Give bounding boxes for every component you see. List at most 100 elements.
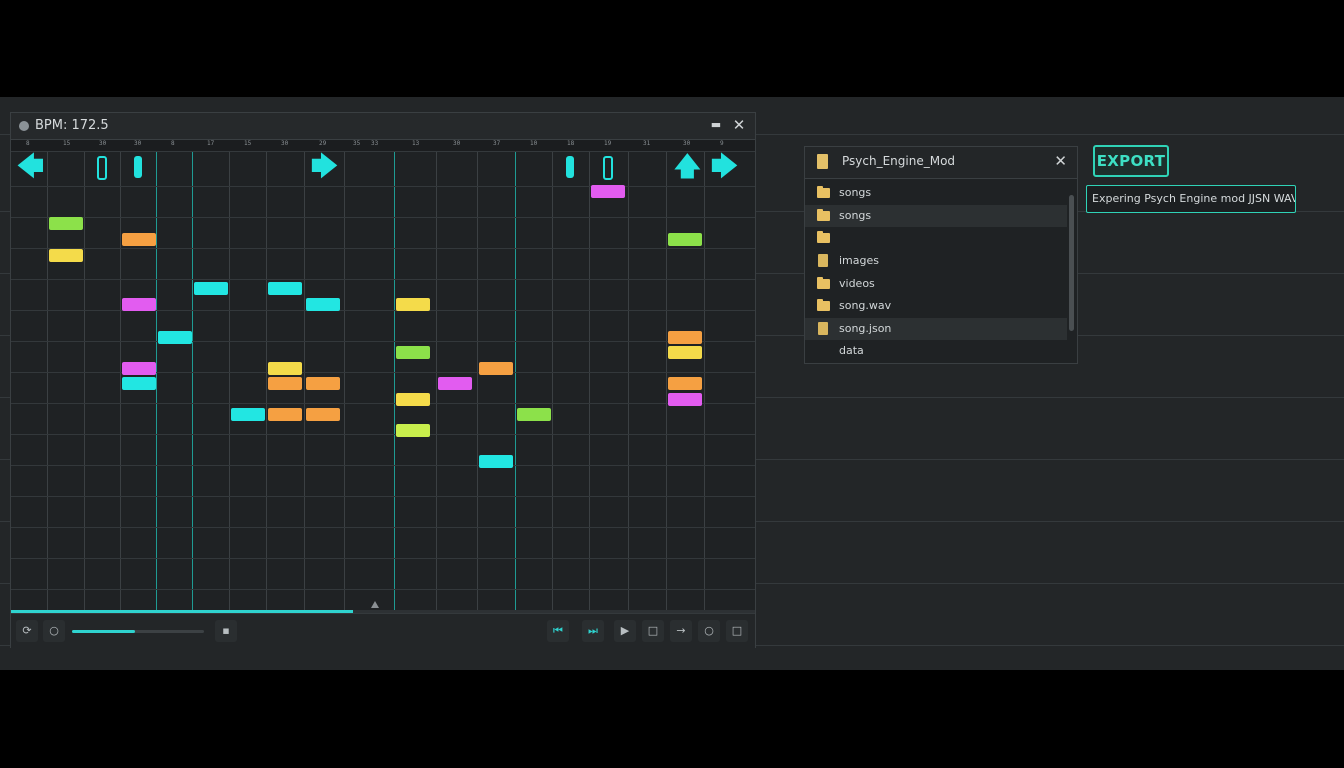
- browser-item-label: song.wav: [839, 299, 892, 312]
- browser-list-item[interactable]: data: [805, 340, 1067, 362]
- ruler-tick-label: 18: [567, 140, 575, 147]
- browser-list-item[interactable]: songs: [805, 182, 1067, 204]
- note-cyan[interactable]: [306, 298, 340, 311]
- ruler-tick-label: 15: [244, 140, 252, 147]
- chart-editor-window: BPM: 172.5 ▬ ✕ 8 15 30 30 8 17 15 30 29 35 33 13 30 3…: [10, 112, 756, 648]
- hold-outline-icon[interactable]: [603, 156, 613, 180]
- ruler-tick-label: 29: [319, 140, 327, 147]
- skip-forward-button[interactable]: ⏭: [582, 620, 604, 642]
- note-yellow[interactable]: [49, 249, 83, 262]
- ruler-tick-label: 30: [134, 140, 142, 147]
- note-orange[interactable]: [479, 362, 513, 375]
- note-cyan[interactable]: [231, 408, 265, 421]
- note-orange[interactable]: [306, 377, 340, 390]
- minimize-button[interactable]: ▬: [709, 118, 723, 132]
- note-magenta[interactable]: [591, 185, 625, 198]
- arrow-right-icon[interactable]: 🡆: [311, 154, 338, 180]
- browser-scrollbar[interactable]: [1069, 195, 1074, 331]
- note-yellow[interactable]: [396, 298, 430, 311]
- loop-button[interactable]: ⟳: [16, 620, 38, 642]
- note-cyan[interactable]: [268, 282, 302, 295]
- note-cyan[interactable]: [479, 455, 513, 468]
- ruler-tick-label: 37: [493, 140, 501, 147]
- note-magenta[interactable]: [122, 298, 156, 311]
- browser-list-item[interactable]: [805, 227, 1067, 249]
- skip-back-button[interactable]: ⏮: [547, 620, 569, 642]
- row-gridline: [11, 589, 755, 590]
- note-green[interactable]: [668, 233, 702, 246]
- editor-titlebar: BPM: 172.5 ▬ ✕: [11, 113, 755, 140]
- note-cyan[interactable]: [194, 282, 228, 295]
- playhead-marker-icon[interactable]: [371, 601, 379, 608]
- note-cyan[interactable]: [158, 331, 192, 344]
- circle-button[interactable]: ○: [698, 620, 720, 642]
- volume-slider[interactable]: [72, 630, 204, 633]
- note-cyan[interactable]: [122, 377, 156, 390]
- ruler-tick-label: 30: [453, 140, 461, 147]
- browser-item-label: songs: [839, 209, 872, 222]
- note-orange[interactable]: [268, 408, 302, 421]
- beat-gridline: [304, 152, 305, 610]
- settings-button[interactable]: ▪: [215, 620, 237, 642]
- close-browser-button[interactable]: ✕: [1054, 152, 1067, 170]
- note-orange[interactable]: [306, 408, 340, 421]
- status-dot-icon: [19, 121, 29, 131]
- note-green[interactable]: [396, 346, 430, 359]
- browser-list-item[interactable]: images: [805, 250, 1067, 272]
- project-file-icon: [817, 154, 828, 169]
- browser-list-item[interactable]: videos: [805, 273, 1067, 295]
- note-magenta[interactable]: [668, 393, 702, 406]
- note-orange[interactable]: [668, 377, 702, 390]
- note-yellow[interactable]: [668, 346, 702, 359]
- next-button[interactable]: →: [670, 620, 692, 642]
- note-yellow[interactable]: [396, 393, 430, 406]
- play-button[interactable]: ▶: [614, 620, 636, 642]
- row-gridline: [11, 558, 755, 559]
- ruler-tick-label: 30: [281, 140, 289, 147]
- beat-gridline: [394, 152, 395, 610]
- folder-icon: [817, 299, 830, 311]
- row-gridline: [11, 217, 755, 218]
- beat-gridline: [229, 152, 230, 610]
- hold-solid-icon[interactable]: [134, 156, 142, 178]
- beat-gridline: [156, 152, 157, 610]
- arrow-right-icon[interactable]: 🡆: [711, 154, 738, 180]
- square-button[interactable]: □: [726, 620, 748, 642]
- stop-button[interactable]: □: [642, 620, 664, 642]
- ruler-tick-label: 10: [530, 140, 538, 147]
- ruler-tick-label: 17: [207, 140, 215, 147]
- note-lime[interactable]: [396, 424, 430, 437]
- file-browser-panel: Psych_Engine_Mod ✕ songs songs images video…: [804, 146, 1078, 364]
- close-editor-button[interactable]: ✕: [731, 116, 747, 134]
- browser-list-item[interactable]: song.json: [805, 318, 1067, 340]
- note-magenta[interactable]: [122, 362, 156, 375]
- note-orange[interactable]: [268, 377, 302, 390]
- browser-item-label: song.json: [839, 322, 892, 335]
- arrow-left-icon[interactable]: 🡄: [17, 154, 44, 180]
- browser-list-item[interactable]: songs: [805, 205, 1067, 227]
- folder-icon: [817, 186, 830, 198]
- bpm-label: BPM: 172.5: [35, 118, 109, 133]
- record-button[interactable]: ○: [43, 620, 65, 642]
- row-gridline: [11, 527, 755, 528]
- beat-ruler: 8 15 30 30 8 17 15 30 29 35 33 13 30 37 10 18 19 31 30 9: [11, 140, 755, 152]
- note-green[interactable]: [49, 217, 83, 230]
- note-magenta[interactable]: [438, 377, 472, 390]
- note-grid[interactable]: 🡄 🡆 🡅 🡆: [11, 152, 755, 610]
- browser-list-item[interactable]: song.wav: [805, 295, 1067, 317]
- hold-solid-icon[interactable]: [566, 156, 574, 178]
- beat-gridline: [120, 152, 121, 610]
- browser-item-label: images: [839, 254, 879, 267]
- hold-outline-icon[interactable]: [97, 156, 107, 180]
- export-button[interactable]: EXPORT: [1093, 145, 1169, 177]
- row-gridline: [11, 341, 755, 342]
- note-orange[interactable]: [668, 331, 702, 344]
- ruler-tick-label: 8: [26, 140, 30, 147]
- folder-icon: [817, 277, 830, 289]
- note-orange[interactable]: [122, 233, 156, 246]
- note-yellow[interactable]: [268, 362, 302, 375]
- ruler-tick-label: 35: [353, 140, 361, 147]
- row-gridline: [11, 434, 755, 435]
- arrow-up-icon[interactable]: 🡅: [674, 154, 701, 180]
- note-green[interactable]: [517, 408, 551, 421]
